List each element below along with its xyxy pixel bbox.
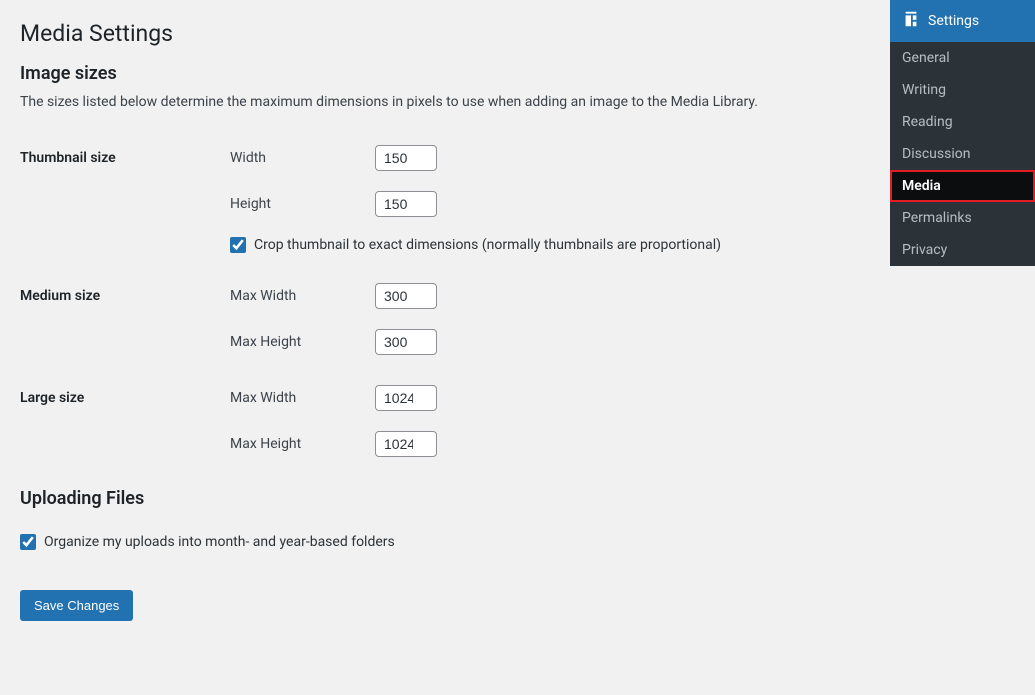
large-max-width-label: Max Width (230, 390, 375, 406)
sidebar-item-privacy[interactable]: Privacy (890, 234, 1035, 266)
medium-max-height-label: Max Height (230, 334, 375, 350)
organize-uploads-checkbox[interactable] (20, 534, 36, 550)
sidebar-header-label: Settings (928, 13, 979, 29)
large-max-height-input[interactable] (375, 431, 437, 457)
sidebar-header[interactable]: Settings (890, 0, 1035, 42)
thumbnail-height-input[interactable] (375, 191, 437, 217)
thumbnail-crop-checkbox[interactable] (230, 237, 246, 253)
section-heading-uploading: Uploading Files (20, 488, 870, 509)
medium-label: Medium size (20, 268, 220, 370)
large-max-height-label: Max Height (230, 436, 375, 452)
settings-icon (902, 10, 920, 32)
thumbnail-width-label: Width (230, 150, 375, 166)
sidebar-item-media[interactable]: Media (890, 170, 1035, 202)
page-title: Media Settings (20, 20, 870, 47)
section-heading-image-sizes: Image sizes (20, 63, 870, 84)
sidebar-item-reading[interactable]: Reading (890, 106, 1035, 138)
sidebar-item-writing[interactable]: Writing (890, 74, 1035, 106)
sidebar: Settings General Writing Reading Discuss… (890, 0, 1035, 266)
sidebar-item-general[interactable]: General (890, 42, 1035, 74)
large-max-width-input[interactable] (375, 385, 437, 411)
sidebar-item-discussion[interactable]: Discussion (890, 138, 1035, 170)
organize-uploads-label: Organize my uploads into month- and year… (44, 534, 395, 550)
save-button[interactable]: Save Changes (20, 590, 133, 621)
thumbnail-height-label: Height (230, 196, 375, 212)
large-label: Large size (20, 370, 220, 472)
thumbnail-crop-label: Crop thumbnail to exact dimensions (norm… (254, 237, 721, 253)
medium-max-width-input[interactable] (375, 283, 437, 309)
medium-max-height-input[interactable] (375, 329, 437, 355)
image-sizes-desc: The sizes listed below determine the max… (20, 94, 870, 110)
sidebar-item-permalinks[interactable]: Permalinks (890, 202, 1035, 234)
sidebar-menu: General Writing Reading Discussion Media… (890, 42, 1035, 266)
thumbnail-label: Thumbnail size (20, 130, 220, 268)
medium-max-width-label: Max Width (230, 288, 375, 304)
thumbnail-width-input[interactable] (375, 145, 437, 171)
